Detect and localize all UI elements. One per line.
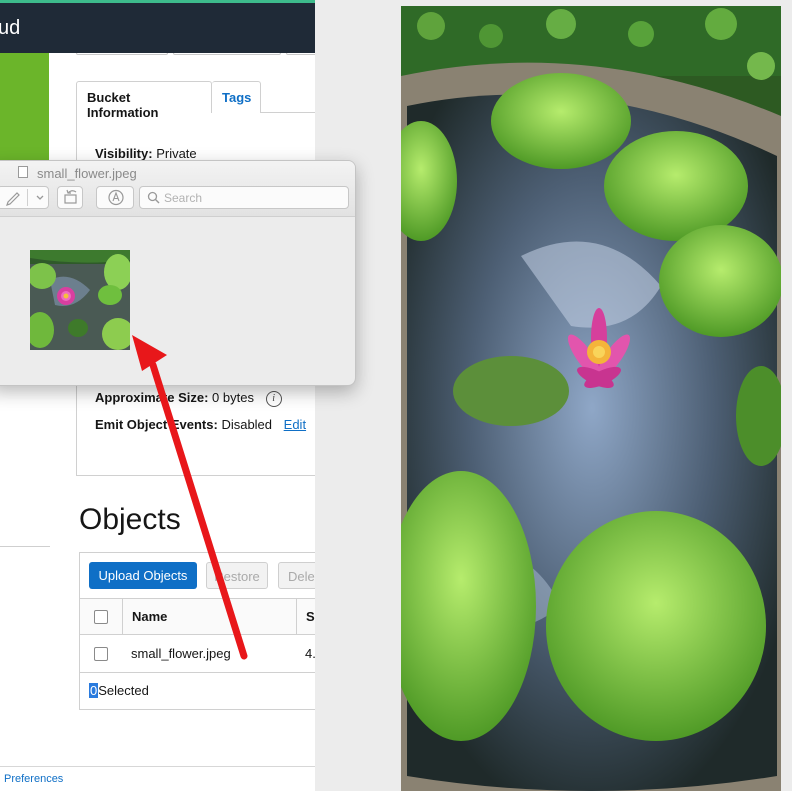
search-field[interactable]: Search <box>139 186 349 209</box>
lily-pond-photo <box>401 6 781 791</box>
column-header-name[interactable]: Name <box>132 609 167 624</box>
preview-title: small_flower.jpeg <box>37 166 137 181</box>
selected-count: 0 <box>89 683 99 698</box>
markup-pen-icon <box>108 189 124 206</box>
upload-objects-button[interactable]: Upload Objects <box>89 562 197 589</box>
object-name-cell[interactable]: small_flower.jpeg <box>131 646 231 661</box>
preferences-link[interactable]: Preferences <box>4 773 63 785</box>
column-header-size[interactable]: S <box>306 609 315 624</box>
emit-events-row: Emit Object Events: Disabled Edit i <box>95 417 315 434</box>
approximate-size-value: 0 bytes <box>212 390 254 405</box>
left-divider <box>0 546 50 547</box>
annotate-button[interactable] <box>96 186 134 209</box>
info-icon[interactable]: i <box>265 390 282 407</box>
approximate-size-row: Approximate Size: 0 bytes i <box>95 390 282 407</box>
rotate-icon <box>64 189 77 204</box>
visibility-row: Visibility: Private <box>95 146 197 161</box>
markup-button[interactable] <box>0 186 49 209</box>
search-icon <box>147 191 160 204</box>
visibility-label: Visibility: <box>95 146 153 161</box>
objects-title: Objects <box>79 503 181 536</box>
table-header <box>80 598 315 635</box>
visibility-value: Private <box>156 146 197 161</box>
rotate-button[interactable] <box>57 186 83 209</box>
column-separator <box>122 598 123 635</box>
top-button-3[interactable] <box>286 53 315 55</box>
preview-titlebar[interactable]: small_flower.jpeg Search <box>0 161 355 217</box>
emit-events-label: Emit Object Events: <box>95 417 218 432</box>
restore-button[interactable]: Restore <box>206 562 268 589</box>
selected-status: 0Selected <box>89 683 149 698</box>
tab-tags[interactable]: Tags <box>212 81 261 113</box>
flower-thumbnail <box>30 250 130 350</box>
preview-window: small_flower.jpeg Search <box>0 160 356 386</box>
button-split <box>27 189 28 206</box>
edit-link[interactable]: Edit <box>284 417 306 432</box>
row-divider <box>80 672 315 673</box>
select-all-checkbox[interactable] <box>94 610 108 624</box>
column-separator <box>296 598 297 635</box>
delete-button[interactable]: Delete <box>278 562 315 589</box>
footer-divider <box>0 766 315 767</box>
file-icon <box>18 166 28 178</box>
console-page: ud Bucket Information Tags Visibility: P… <box>0 0 315 791</box>
top-button-2[interactable] <box>173 53 281 55</box>
emit-events-value: Disabled <box>221 417 273 432</box>
pencil-icon <box>6 192 44 206</box>
search-placeholder: Search <box>164 191 203 205</box>
row-checkbox[interactable] <box>94 647 108 661</box>
top-bar: ud <box>0 0 315 53</box>
tab-bucket-information[interactable]: Bucket Information <box>76 81 212 120</box>
top-button-1[interactable] <box>76 53 168 55</box>
selected-label: Selected <box>98 683 149 698</box>
object-size-cell: 4. <box>305 646 315 661</box>
approximate-size-label: Approximate Size: <box>95 390 209 405</box>
brand-name: ud <box>0 17 21 39</box>
